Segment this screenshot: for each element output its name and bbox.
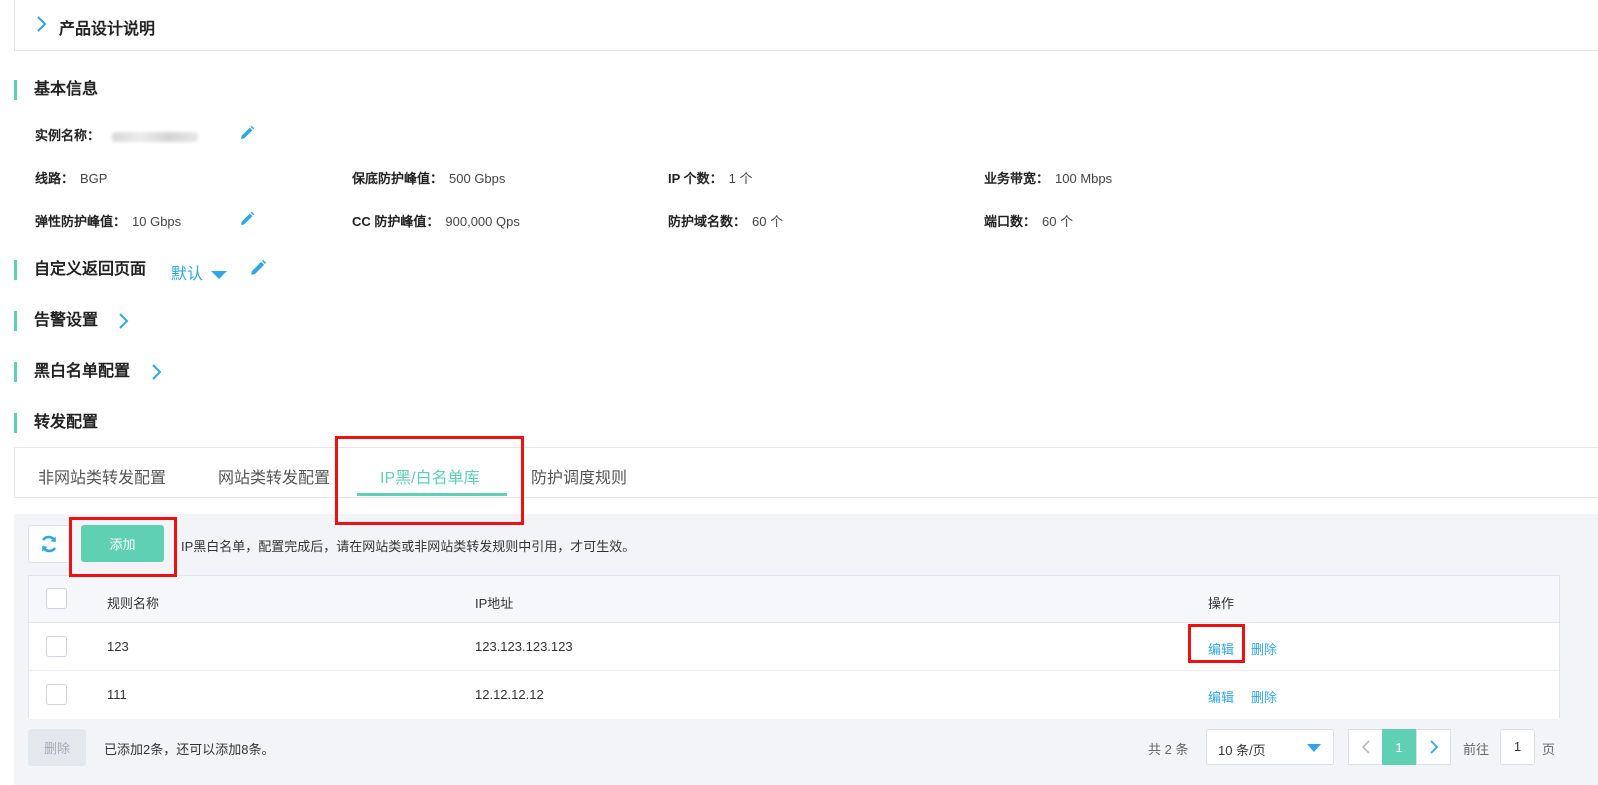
row-delete-link[interactable]: 删除 xyxy=(1251,687,1277,706)
domains-field: 防护域名数： 60 个 xyxy=(668,211,783,230)
cc-protect-field: CC 防护峰值： 900,000 Qps xyxy=(352,211,520,230)
caret-down-icon xyxy=(1307,744,1321,752)
row-ip-address: 12.12.12.12 xyxy=(475,687,544,702)
refresh-button[interactable] xyxy=(28,525,70,563)
ip-count-label: IP 个数： xyxy=(668,171,723,186)
row-rule-name: 111 xyxy=(107,687,127,702)
chevron-right-icon[interactable] xyxy=(150,363,162,386)
tab-ip-blackwhite-library[interactable]: IP黑/白名单库 xyxy=(380,464,480,488)
section-forward-config: 转发配置 xyxy=(14,413,98,433)
next-page-button[interactable] xyxy=(1416,729,1451,765)
header-ip-address: IP地址 xyxy=(475,596,514,611)
goto-label: 前往 xyxy=(1463,742,1490,757)
section-alarm-settings[interactable]: 告警设置 xyxy=(14,311,98,331)
row-ip-address: 123.123.123.123 xyxy=(475,639,573,654)
row-rule-name: 123 xyxy=(107,639,129,654)
tab-non-website-forward[interactable]: 非网站类转发配置 xyxy=(38,464,166,488)
tab-website-forward[interactable]: 网站类转发配置 xyxy=(218,464,330,488)
domains-value: 60 个 xyxy=(752,214,784,229)
prev-page-button[interactable] xyxy=(1348,729,1383,765)
ip-count-value: 1 个 xyxy=(728,171,753,186)
section-custom-return: 自定义返回页面 xyxy=(14,260,146,280)
goto-unit: 页 xyxy=(1542,742,1556,757)
custom-return-select[interactable]: 默认 xyxy=(171,260,228,284)
caret-down-icon xyxy=(211,270,228,279)
cc-protect-value: 900,000 Qps xyxy=(445,214,520,229)
total-count: 共 2 条 xyxy=(1148,742,1189,757)
blackwhite-table: 规则名称 IP地址 操作 123 123.123.123.123 编辑 删除 1… xyxy=(28,575,1560,719)
refresh-icon xyxy=(41,535,57,553)
instance-name-field: 实例名称： xyxy=(35,125,199,144)
bandwidth-field: 业务带宽： 100 Mbps xyxy=(984,168,1112,187)
route-field: 线路： BGP xyxy=(35,168,107,187)
chevron-right-icon[interactable] xyxy=(117,312,129,335)
section-blackwhite-config[interactable]: 黑白名单配置 xyxy=(14,362,130,382)
page-size-value: 10 条/页 xyxy=(1218,743,1266,758)
custom-return-selected: 默认 xyxy=(171,266,204,283)
bandwidth-value: 100 Mbps xyxy=(1055,171,1113,186)
table-header: 规则名称 IP地址 操作 xyxy=(29,576,1559,623)
ports-field: 端口数： 60 个 xyxy=(984,211,1073,230)
section-basic-info: 基本信息 xyxy=(14,80,98,100)
table-row: 111 12.12.12.12 编辑 删除 xyxy=(29,671,1559,719)
active-tab-indicator xyxy=(357,493,507,496)
elastic-protect-value: 10 Gbps xyxy=(132,214,182,229)
header-rule-name: 规则名称 xyxy=(107,596,160,611)
route-label: 线路： xyxy=(35,171,75,186)
row-edit-link[interactable]: 编辑 xyxy=(1208,687,1234,706)
chevron-left-icon xyxy=(1361,740,1370,754)
add-button[interactable]: 添加 xyxy=(81,525,164,562)
instance-name-label: 实例名称： xyxy=(35,128,101,143)
table-row: 123 123.123.123.123 编辑 删除 xyxy=(29,623,1559,671)
domains-label: 防护域名数： xyxy=(668,214,747,229)
base-protect-value: 500 Gbps xyxy=(449,171,506,186)
edit-elastic-protect-icon[interactable] xyxy=(239,211,255,232)
batch-delete-button[interactable]: 删除 xyxy=(28,729,86,766)
row-edit-link[interactable]: 编辑 xyxy=(1208,639,1234,658)
row-checkbox[interactable] xyxy=(46,684,67,705)
added-count-note: 已添加2条，还可以添加8条。 xyxy=(104,742,275,757)
bandwidth-label: 业务带宽： xyxy=(984,171,1050,186)
base-protect-field: 保底防护峰值： 500 Gbps xyxy=(352,168,505,187)
product-design-title: 产品设计说明 xyxy=(59,21,156,38)
ports-value: 60 个 xyxy=(1042,214,1074,229)
ip-count-field: IP 个数： 1 个 xyxy=(668,168,753,187)
edit-instance-name-icon[interactable] xyxy=(239,125,255,146)
current-page[interactable]: 1 xyxy=(1382,729,1416,765)
row-checkbox[interactable] xyxy=(46,636,67,657)
base-protect-label: 保底防护峰值： xyxy=(352,171,444,186)
row-delete-link[interactable]: 删除 xyxy=(1251,639,1277,658)
cc-protect-label: CC 防护峰值： xyxy=(352,214,440,229)
blackwhite-hint: IP黑白名单，配置完成后，请在网站类或非网站类转发规则中引用，才可生效。 xyxy=(181,539,636,554)
elastic-protect-label: 弹性防护峰值： xyxy=(35,214,127,229)
elastic-protect-field: 弹性防护峰值： 10 Gbps xyxy=(35,211,181,230)
edit-custom-return-icon[interactable] xyxy=(249,259,267,282)
instance-name-value-blurred xyxy=(112,131,199,142)
route-value: BGP xyxy=(80,171,108,186)
product-design-header[interactable]: 产品设计说明 xyxy=(14,0,1598,51)
ports-label: 端口数： xyxy=(984,214,1037,229)
header-operations: 操作 xyxy=(1208,596,1235,611)
chevron-right-icon[interactable] xyxy=(35,15,47,38)
goto-page-input[interactable]: 1 xyxy=(1500,729,1535,765)
chevron-right-icon xyxy=(1429,740,1438,754)
page-size-select[interactable]: 10 条/页 xyxy=(1206,729,1334,765)
select-all-checkbox[interactable] xyxy=(46,588,67,609)
tab-protect-schedule-rules[interactable]: 防护调度规则 xyxy=(531,464,627,488)
